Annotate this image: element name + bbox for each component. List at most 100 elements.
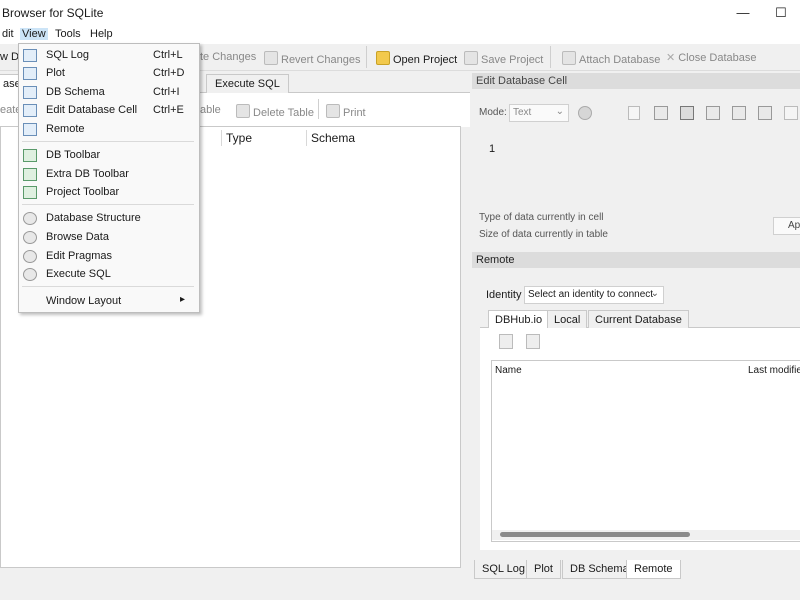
radio-icon (23, 231, 37, 244)
toolbar-separator (318, 99, 319, 119)
menu-item-label: Extra DB Toolbar (46, 168, 129, 180)
menu-item-browse-data[interactable]: Browse Data (20, 228, 196, 246)
menu-item-label: Database Structure (46, 212, 141, 224)
menu-item-shortcut: Ctrl+D (153, 67, 185, 79)
attach-database-button[interactable]: Attach Database (562, 51, 660, 66)
attach-database-icon (562, 51, 576, 65)
menu-item-shortcut: Ctrl+E (153, 104, 184, 116)
remote-column-name[interactable]: Name (495, 365, 522, 376)
edit-cell-dock-title: Edit Database Cell (472, 73, 800, 89)
menu-item-edit-pragmas[interactable]: Edit Pragmas (20, 247, 196, 265)
toolbar-icon (23, 168, 37, 181)
delete-table-button[interactable]: Delete Table (236, 104, 314, 119)
column-separator (221, 130, 222, 146)
null-icon[interactable] (706, 106, 720, 120)
attach-database-label: Attach Database (579, 54, 661, 66)
open-project-icon (376, 51, 390, 65)
menu-item-database-structure[interactable]: Database Structure (20, 209, 196, 227)
menu-item-label: Remote (46, 123, 85, 135)
save-project-icon (464, 51, 478, 65)
menu-item-sql-log[interactable]: SQL Log Ctrl+L (20, 46, 196, 64)
remote-tab-dbhub[interactable]: DBHub.io (488, 310, 550, 329)
cell-size-info: Size of data currently in table (479, 229, 608, 240)
menu-item-shortcut: Ctrl+L (153, 49, 183, 61)
revert-icon (264, 51, 278, 65)
menu-edit[interactable]: dit (0, 28, 16, 40)
menu-item-db-toolbar[interactable]: DB Toolbar (20, 146, 196, 164)
chevron-down-icon: ⌄ (555, 106, 564, 117)
menu-help[interactable]: Help (88, 28, 115, 40)
bottom-tab-remote[interactable]: Remote (626, 560, 681, 579)
menu-item-label: Window Layout (46, 295, 122, 307)
identity-label: Identity (486, 289, 522, 301)
menu-item-window-layout[interactable]: Window Layout ▸ (20, 292, 196, 310)
title-bar (0, 0, 800, 27)
remote-tab-local[interactable]: Local (547, 310, 588, 329)
word-wrap-icon[interactable] (732, 106, 746, 120)
clone-database-icon[interactable] (526, 334, 540, 349)
window-title: Browser for SQLite (2, 6, 104, 20)
print-button[interactable]: Print (326, 104, 366, 119)
menu-item-label: Plot (46, 67, 65, 79)
mode-select[interactable]: Text ⌄ (509, 104, 569, 122)
menu-item-shortcut: Ctrl+I (153, 86, 180, 98)
settings-icon[interactable] (784, 106, 798, 120)
menu-view[interactable]: View (20, 28, 48, 40)
menu-bar (0, 26, 800, 44)
toolbar-separator (550, 46, 551, 68)
save-project-label: Save Project (481, 54, 544, 66)
mode-select-value: Text (513, 107, 532, 118)
menu-item-db-schema[interactable]: DB Schema Ctrl+I (20, 83, 196, 101)
menu-item-remote[interactable]: Remote (20, 120, 196, 138)
remote-database-table[interactable] (491, 360, 800, 542)
db-schema-icon (23, 86, 37, 99)
radio-icon (23, 212, 37, 225)
menu-separator (22, 286, 194, 287)
export-icon[interactable] (654, 106, 668, 120)
sql-log-icon (23, 49, 37, 62)
toolbar-icon (23, 186, 37, 199)
apply-button[interactable]: Ap (773, 217, 800, 235)
menu-item-extra-db-toolbar[interactable]: Extra DB Toolbar (20, 165, 196, 183)
menu-tools[interactable]: Tools (53, 28, 83, 40)
write-changes-button[interactable]: te Changes (200, 51, 256, 63)
save-project-button[interactable]: Save Project (464, 51, 543, 66)
radio-icon (23, 268, 37, 281)
identity-select-value: Select an identity to connect (528, 289, 654, 300)
refresh-icon[interactable] (499, 334, 513, 349)
chevron-down-icon: ⌄ (650, 288, 659, 299)
remote-tab-current-database[interactable]: Current Database (588, 310, 689, 329)
minimize-button[interactable]: — (734, 4, 752, 22)
modify-table-button[interactable]: able (200, 104, 221, 116)
menu-item-execute-sql[interactable]: Execute SQL (20, 265, 196, 283)
remote-column-last-modified[interactable]: Last modified (748, 365, 800, 376)
revert-changes-button[interactable]: Revert Changes (264, 51, 361, 66)
column-header-schema[interactable]: Schema (311, 131, 355, 145)
tab-execute-sql[interactable]: Execute SQL (206, 74, 289, 93)
menu-item-label: Browse Data (46, 231, 109, 243)
menu-item-label: Project Toolbar (46, 186, 120, 198)
mode-label: Mode: (479, 107, 507, 118)
import-icon[interactable] (628, 106, 640, 120)
menu-item-label: Edit Pragmas (46, 250, 113, 262)
scrollbar-thumb[interactable] (500, 532, 690, 537)
identity-select[interactable]: Select an identity to connect ⌄ (524, 286, 664, 304)
open-project-button[interactable]: Open Project (376, 51, 457, 66)
edit-cell-icon (23, 104, 37, 117)
save-icon[interactable] (680, 106, 694, 120)
cell-type-info: Type of data currently in cell (479, 212, 604, 223)
menu-item-edit-database-cell[interactable]: Edit Database Cell Ctrl+E (20, 101, 196, 119)
close-database-button[interactable]: ✕ Close Database (666, 51, 757, 64)
auto-format-icon[interactable] (758, 106, 772, 120)
column-header-type[interactable]: Type (226, 131, 252, 145)
menu-item-project-toolbar[interactable]: Project Toolbar (20, 183, 196, 201)
menu-item-label: Edit Database Cell (46, 104, 138, 116)
bottom-tab-sql-log[interactable]: SQL Log (474, 560, 534, 579)
remote-dock-title: Remote (472, 252, 800, 268)
menu-item-label: DB Toolbar (46, 149, 101, 161)
bottom-tab-plot[interactable]: Plot (526, 560, 561, 579)
toolbar-separator (366, 46, 367, 68)
maximize-button[interactable]: ☐ (772, 4, 790, 22)
gear-icon[interactable] (578, 106, 592, 120)
menu-item-plot[interactable]: Plot Ctrl+D (20, 64, 196, 82)
